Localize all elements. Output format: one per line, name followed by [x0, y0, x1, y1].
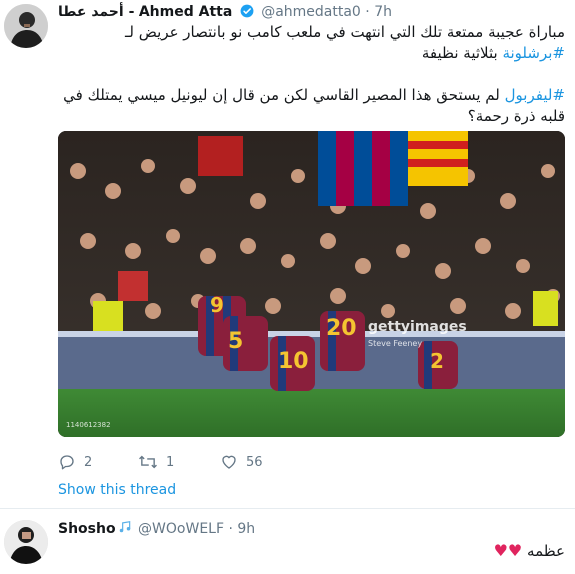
like-button[interactable]: 56 — [220, 453, 263, 471]
paragraph-1-end: بثلاثية نظيفة — [421, 44, 503, 62]
author-name[interactable]: Ahmed Atta — [139, 4, 232, 20]
avatar-photo — [4, 520, 48, 564]
photo-id: 1140612382 — [66, 421, 111, 429]
jersey-number-10: 10 — [278, 349, 309, 374]
retweet-icon — [139, 455, 157, 469]
reply-author-avatar[interactable] — [4, 520, 48, 564]
separator-dot: · — [228, 521, 233, 537]
tweet-media-photo[interactable]: 9 5 10 20 2 gettyimages Steve Feeney 114… — [58, 131, 565, 437]
author-handle[interactable]: @ahmedatta0 — [261, 4, 361, 20]
photo-watermark: gettyimages — [368, 319, 467, 335]
author-name-arabic[interactable]: أحمد عطا - — [58, 4, 134, 20]
tweet-1[interactable]: أحمد عطا - Ahmed Atta @ahmedatta0 · 7h م… — [0, 0, 575, 508]
reply-author-name[interactable]: Shosho — [58, 521, 116, 537]
reply-text: عظمه — [527, 542, 565, 560]
avatar-photo — [4, 4, 48, 48]
retweet-count: 1 — [166, 454, 175, 470]
jersey-number-20: 20 — [326, 316, 357, 341]
reply-icon — [60, 455, 74, 470]
jersey-number-5: 5 — [228, 329, 244, 354]
separator-dot: · — [365, 4, 370, 20]
celebration-photo — [58, 131, 565, 437]
jersey-number-2: 2 — [430, 349, 444, 373]
verified-badge-icon — [240, 4, 254, 18]
tweet-time[interactable]: 7h — [374, 4, 392, 20]
paragraph-2-text: لم يستحق هذا المصير القاسي لكن من قال إن… — [63, 86, 565, 125]
music-note-icon — [119, 521, 130, 533]
hashtag-barcelona[interactable]: #برشلونة — [502, 44, 565, 62]
heart-icon — [222, 455, 236, 469]
show-thread-link[interactable]: Show this thread — [58, 482, 176, 498]
tweet-1-paragraph-2: #ليفربول لم يستحق هذا المصير القاسي لكن … — [58, 85, 565, 127]
reply-author-handle[interactable]: @WOoWELF — [138, 521, 224, 537]
photo-credit: Steve Feeney — [368, 339, 423, 348]
retweet-button[interactable]: 1 — [138, 453, 174, 471]
reply-count: 2 — [84, 454, 93, 470]
heart-emojis: ♥♥ — [493, 541, 523, 560]
reply-time[interactable]: 9h — [237, 521, 255, 537]
tweet-1-header: أحمد عطا - Ahmed Atta @ahmedatta0 · 7h — [58, 4, 392, 20]
like-count: 56 — [246, 454, 263, 470]
jersey-number-9: 9 — [210, 293, 224, 317]
paragraph-1-text: مباراة عجيبة ممتعة تلك التي انتهت في ملع… — [125, 23, 565, 41]
hashtag-liverpool[interactable]: #ليفربول — [505, 86, 565, 104]
tweet-2[interactable]: Shosho @WOoWELF · 9h عظمه ♥♥ — [0, 509, 575, 574]
tweet-1-paragraph-1: مباراة عجيبة ممتعة تلك التي انتهت في ملع… — [58, 22, 565, 64]
author-avatar[interactable] — [4, 4, 48, 48]
tweet-2-header: Shosho @WOoWELF · 9h — [58, 520, 255, 537]
reply-button[interactable]: 2 — [58, 453, 92, 471]
tweet-2-text: عظمه ♥♥ — [58, 540, 565, 562]
